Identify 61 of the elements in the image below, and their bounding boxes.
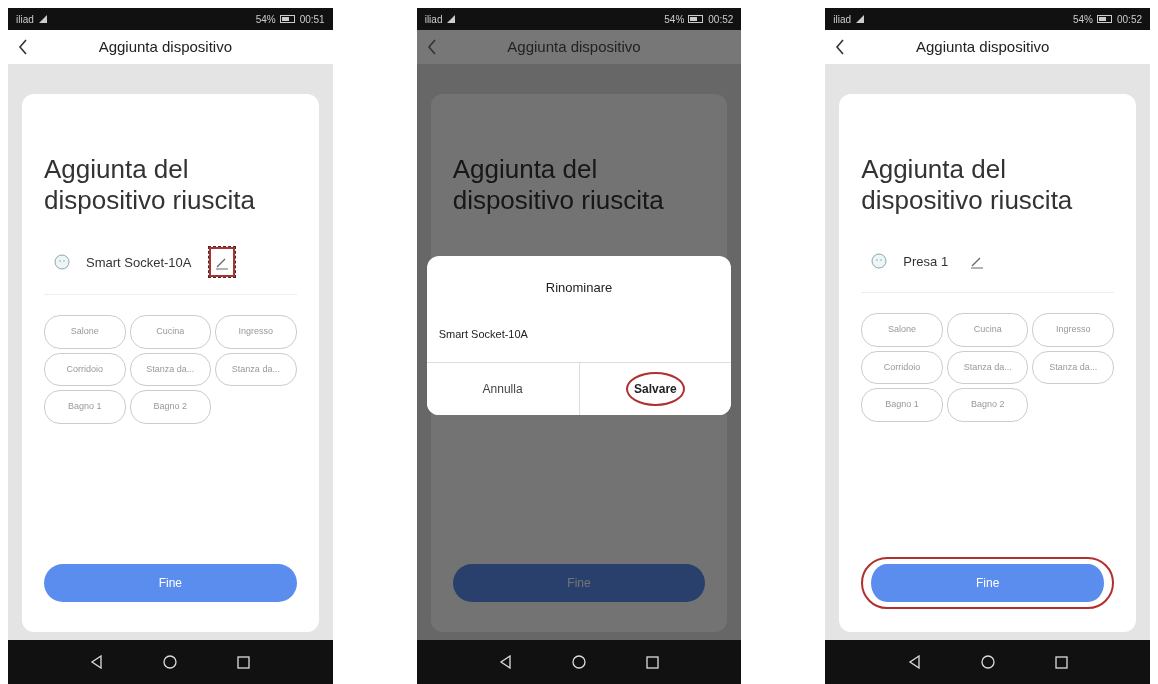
room-chip[interactable]: Ingresso — [1032, 313, 1114, 347]
back-nav-icon[interactable] — [90, 655, 104, 669]
signal-icon — [855, 14, 866, 24]
status-time: 00:52 — [708, 12, 734, 27]
carrier-text: iliad — [16, 12, 34, 27]
battery-percent: 54% — [1072, 12, 1093, 27]
success-heading: Aggiunta del dispositivo riuscita — [44, 154, 256, 217]
room-chip[interactable]: Ingresso — [215, 315, 297, 349]
room-chip[interactable]: Corridoio — [861, 350, 943, 385]
dialog-button[interactable]: Salvare — [578, 363, 732, 415]
room-chip[interactable]: Stanza da... — [946, 350, 1029, 385]
status-time: 00:52 — [1117, 12, 1142, 27]
back-icon[interactable] — [18, 38, 28, 56]
screen-title: Aggiunta dispositivo — [914, 36, 1051, 57]
dialog-title: Rinominare — [544, 279, 614, 297]
room-chip[interactable]: Salone — [861, 313, 943, 347]
device-name: Presa 1 — [903, 252, 949, 271]
recents-nav-icon[interactable] — [237, 655, 251, 669]
done-button[interactable]: Fine — [452, 564, 706, 602]
device-icon — [54, 254, 70, 271]
carrier-text: iliad — [424, 12, 443, 27]
home-nav-icon[interactable] — [163, 655, 178, 669]
battery-percent: 54% — [664, 12, 685, 27]
success-heading: Aggiunta del dispositivo riuscita — [452, 154, 665, 217]
pencil-icon — [214, 256, 229, 271]
screen-title: Aggiunta dispositivo — [97, 36, 234, 57]
success-heading: Aggiunta del dispositivo riuscita — [861, 154, 1074, 217]
home-nav-icon[interactable] — [572, 655, 586, 669]
room-chip[interactable]: Bagno 1 — [861, 388, 943, 422]
device-name: Smart Socket-10A — [86, 253, 192, 272]
battery-icon — [1097, 15, 1113, 23]
room-chip[interactable]: Cucina — [946, 313, 1029, 347]
screen-title: Aggiunta dispositivo — [506, 36, 642, 57]
room-chip[interactable]: Stanza da... — [215, 352, 297, 387]
room-chip[interactable]: Bagno 2 — [129, 390, 212, 424]
home-nav-icon[interactable] — [980, 655, 995, 669]
room-chip[interactable]: Corridoio — [44, 352, 126, 387]
room-chip[interactable]: Salone — [44, 315, 126, 349]
edit-button[interactable] — [207, 246, 236, 279]
name-input-field[interactable]: Smart Socket-10A — [426, 325, 732, 362]
back-nav-icon[interactable] — [499, 655, 512, 669]
done-button[interactable]: Fine — [44, 564, 297, 602]
pencil-icon — [970, 255, 985, 270]
device-icon — [871, 253, 888, 270]
recents-nav-icon[interactable] — [646, 655, 659, 669]
back-nav-icon[interactable] — [907, 655, 921, 669]
battery-percent: 54% — [255, 12, 276, 27]
room-chip[interactable]: Stanza da... — [129, 352, 212, 387]
room-chip[interactable]: Bagno 2 — [946, 388, 1029, 422]
battery-icon — [688, 15, 705, 23]
signal-icon — [446, 14, 457, 24]
room-chip[interactable]: Bagno 1 — [44, 390, 126, 424]
status-time: 00:51 — [299, 12, 325, 27]
room-chip[interactable]: Stanza da... — [1032, 350, 1114, 385]
recents-nav-icon[interactable] — [1054, 655, 1068, 669]
signal-icon — [37, 14, 48, 24]
battery-icon — [279, 15, 296, 23]
done-button[interactable]: Fine — [861, 557, 1114, 609]
carrier-text: iliad — [833, 12, 852, 27]
room-chip[interactable]: Cucina — [129, 315, 212, 349]
back-icon[interactable] — [835, 38, 846, 56]
